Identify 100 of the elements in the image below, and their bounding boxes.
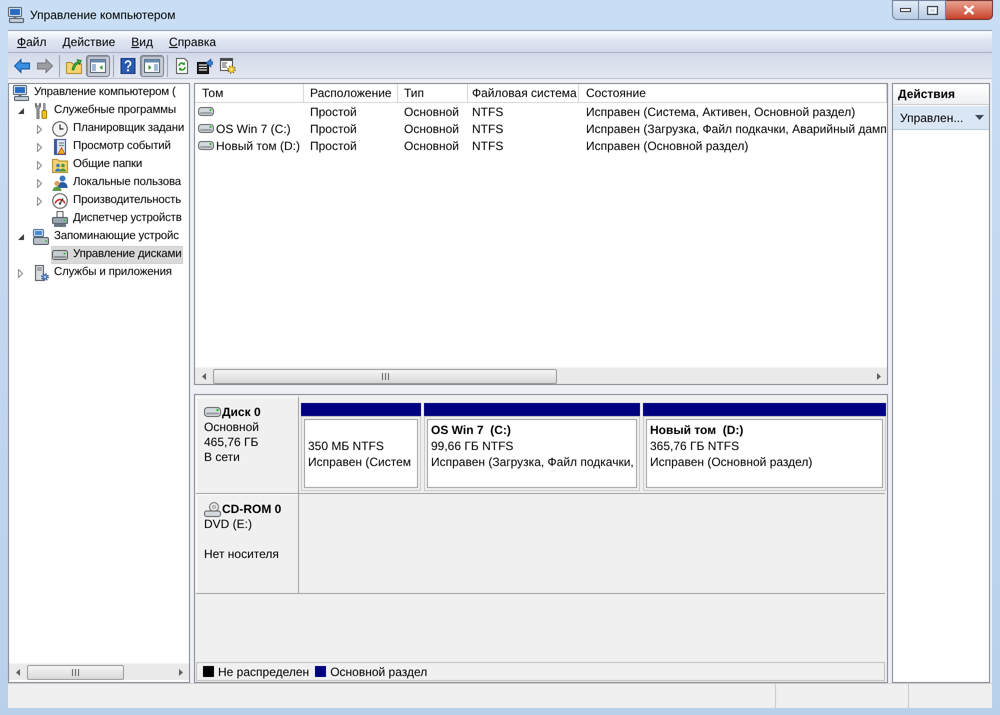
maximize-button[interactable] (919, 0, 946, 20)
tree-item[interactable]: Запоминающие устройс (32, 228, 181, 246)
table-cell-text: Простой (309, 104, 358, 120)
menu-item[interactable]: Действие (54, 31, 124, 52)
partition-size: 99,66 ГБ NTFS (431, 438, 514, 454)
table-cell-text: Основной (403, 120, 460, 137)
legend-label: Не распределен (218, 664, 310, 680)
table-cell-text: NTFS (471, 138, 504, 154)
tree-item[interactable]: Общие папки (51, 156, 144, 174)
disk-size: 465,76 ГБ (204, 435, 260, 450)
column-header[interactable]: Том (195, 84, 304, 103)
table-cell-text: Основной (403, 138, 460, 154)
tree-item[interactable]: Просмотр событий (51, 138, 173, 156)
tools-icon (33, 103, 49, 119)
users-icon (52, 175, 68, 191)
tree-item[interactable]: Служебные программы (32, 102, 178, 120)
table-cell-text: OS Win 7 (C:) (216, 120, 291, 138)
left-triangle-icon (16, 668, 20, 676)
partition-size: 350 МБ NTFS (308, 438, 385, 454)
disk-drive-icon (198, 124, 214, 133)
disk-type: DVD (E:) (204, 517, 253, 532)
column-header[interactable]: Расположение (304, 84, 398, 103)
menu-item[interactable]: Файл (9, 31, 55, 52)
left-pane-window-icon (90, 58, 106, 74)
gauge-icon (52, 193, 68, 209)
disk-type: Основной (204, 420, 260, 435)
disk-name: Диск 0 (222, 404, 261, 420)
window-gear-icon (220, 58, 236, 74)
cd-drive-icon (204, 502, 221, 516)
tree-item[interactable]: Управление компьютером ( (12, 84, 178, 102)
grip-icon (72, 668, 79, 676)
menu-item[interactable]: Вид (123, 31, 162, 52)
computer-icon (13, 85, 29, 101)
tree-item[interactable]: Производительность (51, 192, 184, 210)
partition-status: Исправен (Основной раздел) (650, 454, 814, 470)
server-gear-icon (33, 265, 49, 281)
caret-icon (975, 115, 984, 120)
tree-item[interactable]: Управление дисками (51, 246, 184, 264)
partition-size: 365,76 ГБ NTFS (650, 438, 740, 454)
disk-status: В сети (204, 450, 241, 465)
document-arrow-icon (197, 58, 213, 74)
forward-arrow-icon (37, 58, 53, 74)
table-cell-text: Новый том (D:) (216, 138, 300, 154)
tree-item[interactable]: Локальные пользова (51, 174, 183, 192)
show-tree-button[interactable] (86, 54, 110, 76)
up-folder-icon (66, 58, 82, 74)
partition-name: Новый том (D:) (650, 422, 744, 438)
left-triangle-icon (202, 372, 206, 380)
close-button[interactable] (946, 0, 993, 20)
table-cell-text: NTFS (471, 120, 504, 137)
table-cell-text: NTFS (471, 104, 504, 120)
disk-info-panel[interactable]: CD-ROM 0 DVD (E:) Нет носителя (196, 494, 299, 593)
disk-drive-icon (198, 107, 214, 116)
table-cell-text: Простой (309, 138, 358, 154)
column-header[interactable]: Файловая система (468, 84, 579, 103)
right-triangle-icon (178, 668, 182, 676)
shared-folder-icon (52, 157, 68, 173)
scrollbar-thumb[interactable] (27, 664, 124, 680)
log-book-icon (52, 139, 68, 155)
right-triangle-icon (876, 372, 880, 380)
disk-name: CD-ROM 0 (222, 502, 282, 516)
disk-drive-icon (198, 141, 214, 150)
clock-icon (52, 121, 68, 137)
back-arrow-icon (14, 58, 30, 74)
maximize-icon (926, 6, 938, 14)
disk-drive-icon (52, 247, 68, 263)
grip-icon (382, 372, 388, 380)
actions-section-header[interactable]: Управлен... (893, 106, 989, 130)
horizontal-scrollbar[interactable] (9, 663, 189, 680)
disk-info-panel[interactable]: Диск 0 Основной 465,76 ГБ В сети (196, 397, 299, 493)
refresh-icon (174, 58, 190, 74)
menu-item[interactable]: Справка (161, 31, 224, 52)
tree-item[interactable]: Планировщик задани (51, 120, 186, 138)
device-icon (52, 211, 68, 227)
table-cell-text: Исправен (Основной раздел) (585, 138, 750, 154)
close-icon (963, 5, 975, 15)
storage-icon (33, 229, 49, 245)
partition-name: OS Win 7 (C:) (431, 422, 512, 438)
table-cell-text: Основной (403, 104, 460, 120)
legend-label: Основной раздел (330, 664, 428, 680)
table-cell-text: Исправен (Система, Активен, Основной раздел) (585, 104, 856, 120)
disk-status: Нет носителя (204, 547, 280, 562)
partition-status: Исправен (Систем (308, 454, 412, 470)
disk-drive-icon (204, 407, 221, 417)
table-cell-text: Простой (309, 120, 358, 137)
horizontal-scrollbar[interactable] (195, 367, 887, 384)
tree-item[interactable]: Диспетчер устройств (51, 210, 184, 228)
column-header[interactable]: Тип (398, 84, 468, 103)
column-header[interactable]: Состояние (579, 84, 887, 103)
scrollbar-thumb[interactable] (213, 368, 557, 384)
right-pane-window-icon (144, 58, 160, 74)
minimize-icon (900, 8, 911, 12)
computer-icon (8, 7, 24, 23)
partition-status: Исправен (Загрузка, Файл подкачки, (431, 454, 635, 470)
show-actions-button[interactable] (140, 54, 164, 76)
tree-item[interactable]: Службы и приложения (32, 264, 174, 282)
table-cell-text: Исправен (Загрузка, Файл подкачки, Аварийный дамп (585, 120, 887, 137)
help-icon (120, 58, 136, 74)
minimize-button[interactable] (892, 0, 919, 20)
window-title: Управление компьютером (30, 7, 176, 23)
